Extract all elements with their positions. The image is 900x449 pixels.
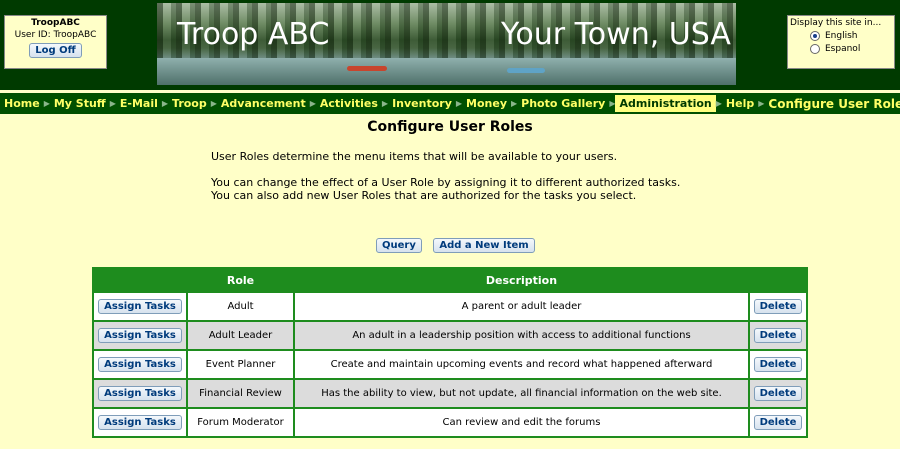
page-title: Configure User Roles	[367, 119, 533, 135]
description-cell: An adult in a leadership position with a…	[293, 320, 750, 351]
intro-text: User Roles determine the menu items that…	[211, 150, 681, 215]
table-header-row: Role Description	[92, 267, 808, 293]
canoe-left	[347, 66, 387, 71]
banner-title-left: Troop ABC	[177, 17, 330, 52]
description-cell: A parent or adult leader	[293, 291, 750, 322]
role-cell: Forum Moderator	[186, 407, 295, 438]
language-option-espanol[interactable]: Espanol	[810, 44, 894, 54]
assign-tasks-button[interactable]: Assign Tasks	[98, 328, 182, 343]
intro-paragraph-1: User Roles determine the menu items that…	[211, 150, 618, 163]
delete-button[interactable]: Delete	[753, 299, 803, 314]
action-buttons: Query Add a New Item	[376, 238, 543, 253]
header: TroopABC User ID: TroopABC Log Off Troop…	[0, 0, 900, 90]
table-row: Assign Tasks Event Planner Create and ma…	[92, 349, 808, 380]
assign-tasks-button[interactable]: Assign Tasks	[98, 386, 182, 401]
add-new-item-button[interactable]: Add a New Item	[433, 238, 535, 253]
org-name: TroopABC	[31, 18, 80, 28]
table-row: Assign Tasks Forum Moderator Can review …	[92, 407, 808, 438]
language-selector: Display this site in... English Espanol	[787, 15, 895, 69]
description-cell: Create and maintain upcoming events and …	[293, 349, 750, 380]
nav-activities[interactable]: Activities	[316, 97, 382, 110]
banner-image: Troop ABC Your Town, USA	[157, 3, 736, 85]
nav-home[interactable]: Home	[0, 97, 44, 110]
delete-button[interactable]: Delete	[753, 328, 803, 343]
delete-button[interactable]: Delete	[753, 386, 803, 401]
nav-troop[interactable]: Troop	[168, 97, 211, 110]
user-roles-table: Role Description Assign Tasks Adult A pa…	[92, 267, 808, 438]
table-row: Assign Tasks Financial Review Has the ab…	[92, 378, 808, 409]
assign-tasks-button[interactable]: Assign Tasks	[98, 299, 182, 314]
nav-my-stuff[interactable]: My Stuff	[50, 97, 110, 110]
role-cell: Adult Leader	[186, 320, 295, 351]
banner-title-right: Your Town, USA	[501, 17, 731, 52]
nav-photo-gallery[interactable]: Photo Gallery	[517, 97, 609, 110]
header-description: Description	[293, 267, 750, 293]
user-panel: TroopABC User ID: TroopABC Log Off	[4, 15, 107, 69]
header-blank	[92, 267, 188, 293]
role-cell: Financial Review	[186, 378, 295, 409]
canoe-right	[507, 68, 545, 73]
radio-selected-icon[interactable]	[810, 31, 820, 41]
nav-administration[interactable]: Administration	[615, 95, 716, 112]
table-row: Assign Tasks Adult A parent or adult lea…	[92, 291, 808, 322]
language-title: Display this site in...	[790, 18, 882, 28]
logoff-button[interactable]: Log Off	[29, 43, 82, 58]
description-cell: Has the ability to view, but not update,…	[293, 378, 750, 409]
radio-unselected-icon[interactable]	[810, 44, 820, 54]
delete-button[interactable]: Delete	[753, 415, 803, 430]
nav-arrow-icon: ▶	[758, 99, 765, 108]
current-page-label: Configure User Roles	[768, 96, 900, 111]
table-row: Assign Tasks Adult Leader An adult in a …	[92, 320, 808, 351]
role-cell: Adult	[186, 291, 295, 322]
nav-money[interactable]: Money	[462, 97, 511, 110]
nav-help[interactable]: Help	[722, 97, 758, 110]
intro-paragraph-2: You can change the effect of a User Role…	[211, 176, 681, 202]
language-option-english[interactable]: English	[810, 31, 894, 41]
role-cell: Event Planner	[186, 349, 295, 380]
nav-email[interactable]: E-Mail	[116, 97, 162, 110]
nav-advancement[interactable]: Advancement	[217, 97, 310, 110]
user-id: User ID: TroopABC	[14, 30, 97, 40]
description-cell: Can review and edit the forums	[293, 407, 750, 438]
main-nav: Home ▶ My Stuff ▶ E-Mail ▶ Troop ▶ Advanceme…	[0, 93, 900, 114]
assign-tasks-button[interactable]: Assign Tasks	[98, 415, 182, 430]
header-role: Role	[186, 267, 295, 293]
query-button[interactable]: Query	[376, 238, 422, 253]
nav-inventory[interactable]: Inventory	[388, 97, 456, 110]
assign-tasks-button[interactable]: Assign Tasks	[98, 357, 182, 372]
header-blank	[748, 267, 808, 293]
delete-button[interactable]: Delete	[753, 357, 803, 372]
